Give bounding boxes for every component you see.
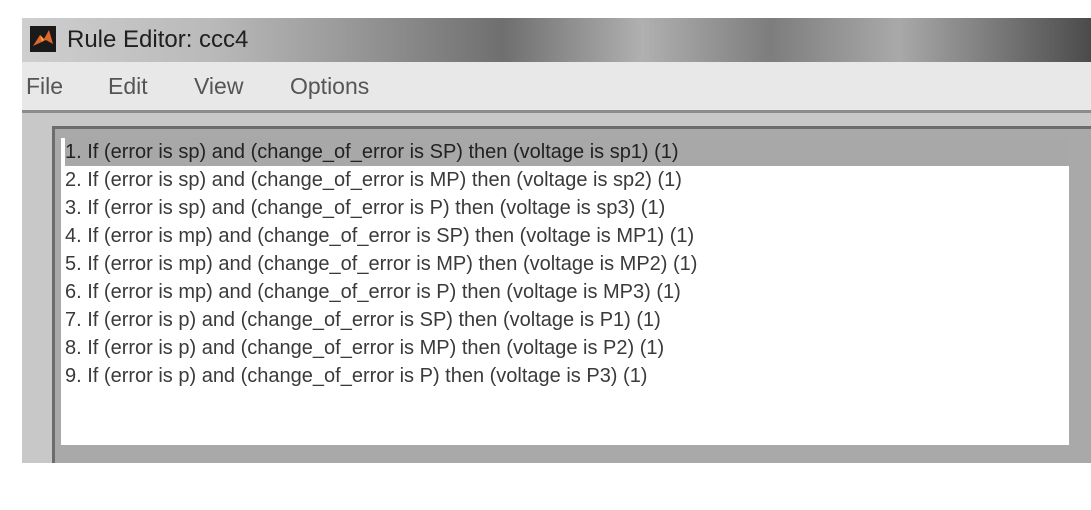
menu-options[interactable]: Options	[290, 73, 369, 99]
rule-item-5[interactable]: 5. If (error is mp) and (change_of_error…	[65, 250, 1069, 278]
menu-bar: File Edit View Options	[22, 62, 1091, 110]
rule-item-2[interactable]: 2. If (error is sp) and (change_of_error…	[65, 166, 1069, 194]
rule-item-3[interactable]: 3. If (error is sp) and (change_of_error…	[65, 194, 1069, 222]
rule-list[interactable]: 1. If (error is sp) and (change_of_error…	[61, 138, 1069, 445]
menu-file[interactable]: File	[26, 73, 63, 99]
menu-edit[interactable]: Edit	[108, 73, 148, 99]
menu-view[interactable]: View	[194, 73, 243, 99]
rule-item-7[interactable]: 7. If (error is p) and (change_of_error …	[65, 306, 1069, 334]
rule-item-8[interactable]: 8. If (error is p) and (change_of_error …	[65, 334, 1069, 362]
window-title: Rule Editor: ccc4	[67, 26, 249, 53]
title-bar[interactable]: Rule Editor: ccc4	[22, 18, 1091, 62]
rule-item-9[interactable]: 9. If (error is p) and (change_of_error …	[65, 362, 1069, 390]
rule-item-1[interactable]: 1. If (error is sp) and (change_of_error…	[65, 138, 1069, 166]
matlab-logo-icon	[30, 26, 56, 52]
rule-item-6[interactable]: 6. If (error is mp) and (change_of_error…	[65, 278, 1069, 306]
rule-item-4[interactable]: 4. If (error is mp) and (change_of_error…	[65, 222, 1069, 250]
